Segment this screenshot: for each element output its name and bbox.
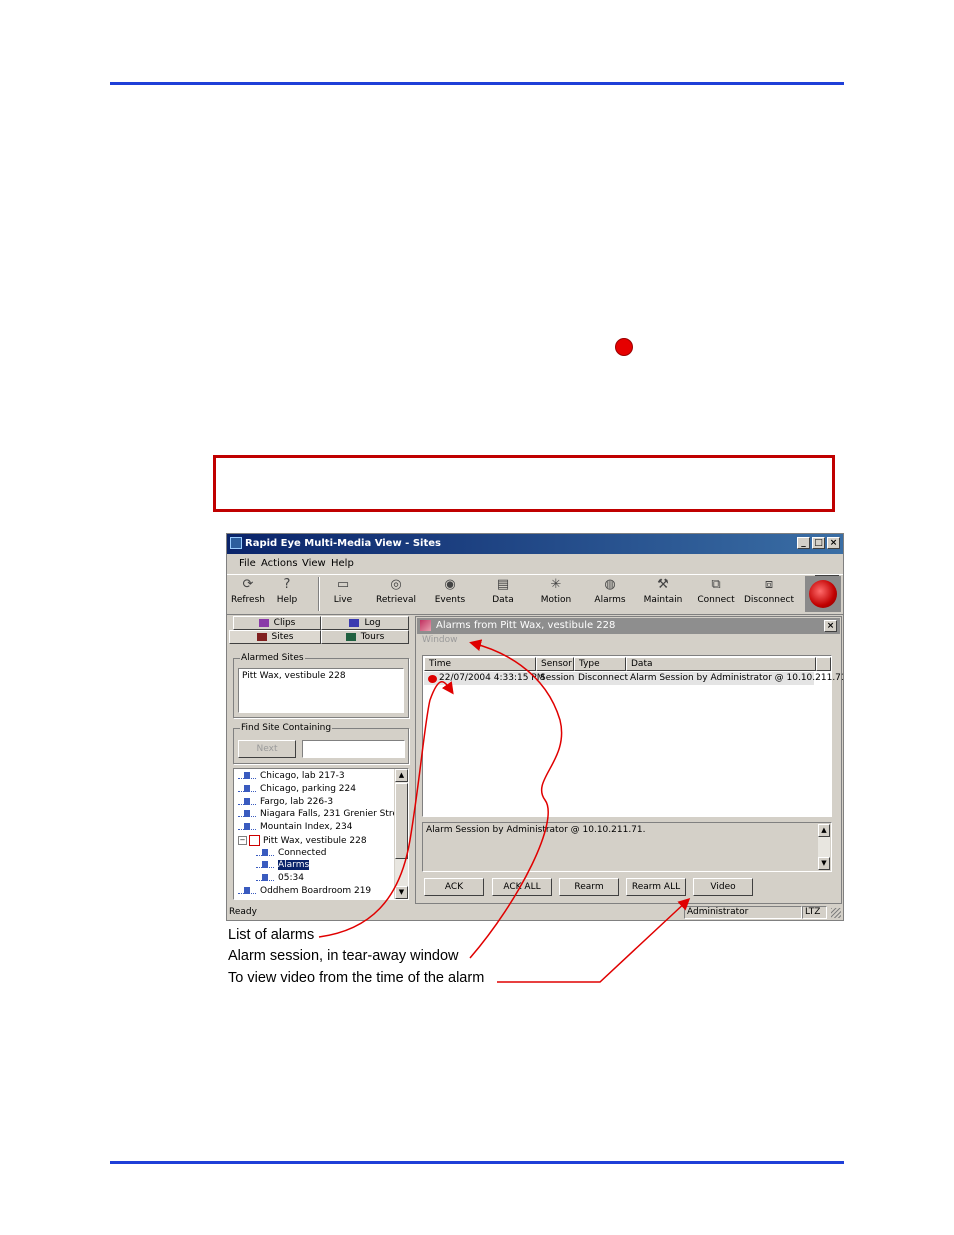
caption-alarm-session: Alarm session, in tear-away window	[228, 948, 459, 964]
arrow-video	[497, 897, 691, 983]
caption-view-video: To view video from the time of the alarm	[228, 970, 485, 986]
caption-list-of-alarms: List of alarms	[228, 927, 315, 943]
footer-rule	[110, 1161, 844, 1164]
callout-arrows	[318, 639, 691, 983]
arrow-alarm-session	[469, 639, 563, 959]
arrow-list-of-alarms	[318, 681, 454, 938]
